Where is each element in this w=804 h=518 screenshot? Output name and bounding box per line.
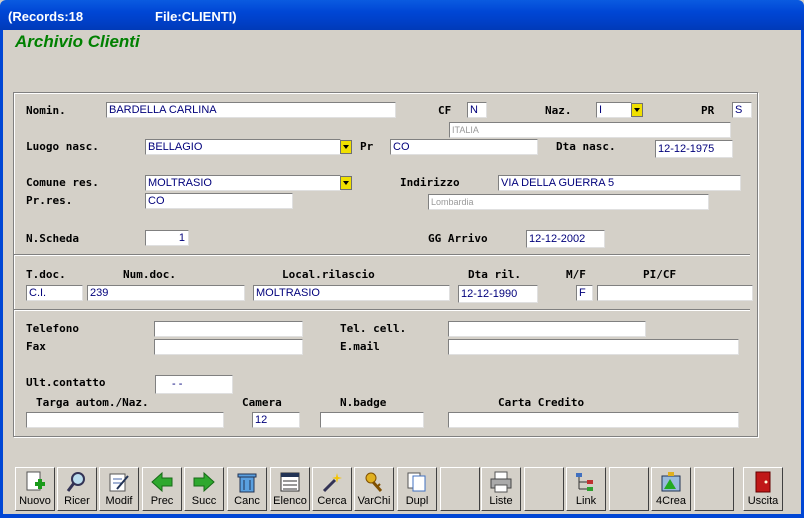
comune-res-dropdown-icon[interactable] — [340, 176, 352, 190]
trash-icon — [237, 473, 257, 493]
gg-arrivo-field[interactable]: 12-12-2002 — [526, 230, 605, 248]
comune-res-select[interactable]: MOLTRASIO — [145, 175, 341, 191]
label-n-scheda: N.Scheda — [26, 232, 79, 245]
luogo-nasc-dropdown-icon[interactable] — [340, 140, 352, 154]
label-pr-res: Pr.res. — [26, 194, 73, 207]
nazione-description: ITALIA — [449, 122, 731, 138]
label-t-doc: T.doc. — [26, 268, 66, 281]
records-count: (Records:18 — [8, 9, 84, 24]
email-field[interactable] — [448, 339, 739, 355]
separator — [14, 254, 750, 256]
label-n-badge: N.badge — [340, 396, 387, 409]
ult-contatto-field[interactable]: - - — [155, 375, 233, 394]
label-pr-nasc: Pr — [360, 140, 374, 153]
empty-button[interactable] — [694, 467, 734, 511]
pr-field[interactable]: S — [732, 102, 752, 118]
list-icon — [280, 472, 300, 492]
title-bar: (Records:18 File:CLIENTI) — [0, 0, 804, 30]
label-telefono: Telefono — [26, 322, 79, 335]
empty-button[interactable] — [609, 467, 649, 511]
cerca-button[interactable]: Cerca — [312, 467, 352, 511]
page-title: Archivio Clienti — [15, 32, 140, 51]
dta-nasc-field[interactable]: 12-12-1975 — [655, 140, 733, 158]
cf-field[interactable]: N — [467, 102, 487, 118]
arrow-left-icon — [151, 471, 173, 493]
succ-button[interactable]: Succ — [184, 467, 224, 511]
empty-button[interactable] — [524, 467, 564, 511]
edit-icon — [109, 473, 129, 492]
label-luogo-nasc: Luogo nasc. — [26, 140, 99, 153]
label-ult-contatto: Ult.contatto — [26, 376, 106, 389]
camera-field[interactable]: 12 — [252, 412, 300, 428]
indirizzo-field[interactable]: VIA DELLA GUERRA 5 — [498, 175, 741, 191]
carta-credito-field[interactable] — [448, 412, 739, 428]
picf-field[interactable] — [597, 285, 753, 301]
naz-dropdown-icon[interactable] — [631, 103, 643, 117]
label-dta-ril: Dta ril. — [468, 268, 521, 281]
elenco-button[interactable]: Elenco — [270, 467, 310, 511]
dupl-button[interactable]: Dupl — [397, 467, 437, 511]
label-picf: PI/CF — [643, 268, 677, 281]
label-email: E.mail — [340, 340, 380, 353]
keys-icon — [365, 472, 383, 492]
printer-icon — [490, 471, 512, 493]
exit-door-icon — [755, 471, 771, 493]
dta-ril-field[interactable]: 12-12-1990 — [458, 285, 538, 303]
regione-description: Lombardia — [428, 194, 709, 210]
file-name: File:CLIENTI) — [155, 9, 237, 24]
magic-wand-icon — [322, 473, 342, 493]
label-mf: M/F — [566, 268, 586, 281]
create-icon — [661, 472, 681, 492]
crea-button[interactable]: 4Crea — [651, 467, 691, 511]
search-icon — [66, 472, 85, 492]
label-nomin: Nomin. — [26, 104, 66, 117]
link-button[interactable]: Link — [566, 467, 606, 511]
n-scheda-field[interactable]: 1 — [145, 230, 189, 246]
canc-button[interactable]: Canc — [227, 467, 267, 511]
label-num-doc: Num.doc. — [123, 268, 176, 281]
label-local-rilascio: Local.rilascio — [282, 268, 375, 281]
label-pr: PR — [701, 104, 715, 117]
label-tel-cell: Tel. cell. — [340, 322, 407, 335]
fax-field[interactable] — [154, 339, 303, 355]
label-fax: Fax — [26, 340, 46, 353]
label-camera: Camera — [242, 396, 282, 409]
uscita-button[interactable]: Uscita — [743, 467, 783, 511]
label-cf: CF — [438, 104, 452, 117]
n-badge-field[interactable] — [320, 412, 424, 428]
liste-button[interactable]: Liste — [481, 467, 521, 511]
local-rilascio-field[interactable]: MOLTRASIO — [253, 285, 450, 301]
label-naz: Naz. — [545, 104, 572, 117]
tel-cell-field[interactable] — [448, 321, 646, 337]
label-gg-arrivo: GG Arrivo — [428, 232, 488, 245]
label-dta-nasc: Dta nasc. — [556, 140, 616, 153]
naz-select[interactable]: I — [596, 102, 632, 118]
modif-button[interactable]: Modif — [99, 467, 139, 511]
prec-button[interactable]: Prec — [142, 467, 182, 511]
telefono-field[interactable] — [154, 321, 303, 337]
separator — [14, 309, 750, 311]
ricer-button[interactable]: Ricer — [57, 467, 97, 511]
luogo-nasc-select[interactable]: BELLAGIO — [145, 139, 341, 155]
nomin-field[interactable]: BARDELLA CARLINA — [106, 102, 396, 118]
varchi-button[interactable]: VarChi — [354, 467, 394, 511]
mf-field[interactable]: F — [576, 285, 593, 301]
toolbar: Nuovo Ricer Modif Prec Succ Canc Elenco … — [3, 462, 798, 512]
tree-icon — [576, 473, 593, 491]
label-carta-credito: Carta Credito — [498, 396, 585, 409]
pr-nasc-field[interactable]: CO — [390, 139, 538, 155]
empty-button[interactable] — [440, 467, 480, 511]
label-comune-res: Comune res. — [26, 176, 99, 189]
form-panel — [13, 92, 758, 437]
pr-res-field[interactable]: CO — [145, 193, 293, 209]
arrow-right-icon — [193, 471, 215, 493]
label-targa: Targa autom./Naz. — [36, 396, 149, 409]
new-document-icon — [26, 471, 45, 491]
num-doc-field[interactable]: 239 — [87, 285, 245, 301]
label-indirizzo: Indirizzo — [400, 176, 460, 189]
nuovo-button[interactable]: Nuovo — [15, 467, 55, 511]
duplicate-icon — [407, 472, 426, 492]
targa-field[interactable] — [26, 412, 224, 428]
t-doc-field[interactable]: C.I. — [26, 285, 83, 301]
